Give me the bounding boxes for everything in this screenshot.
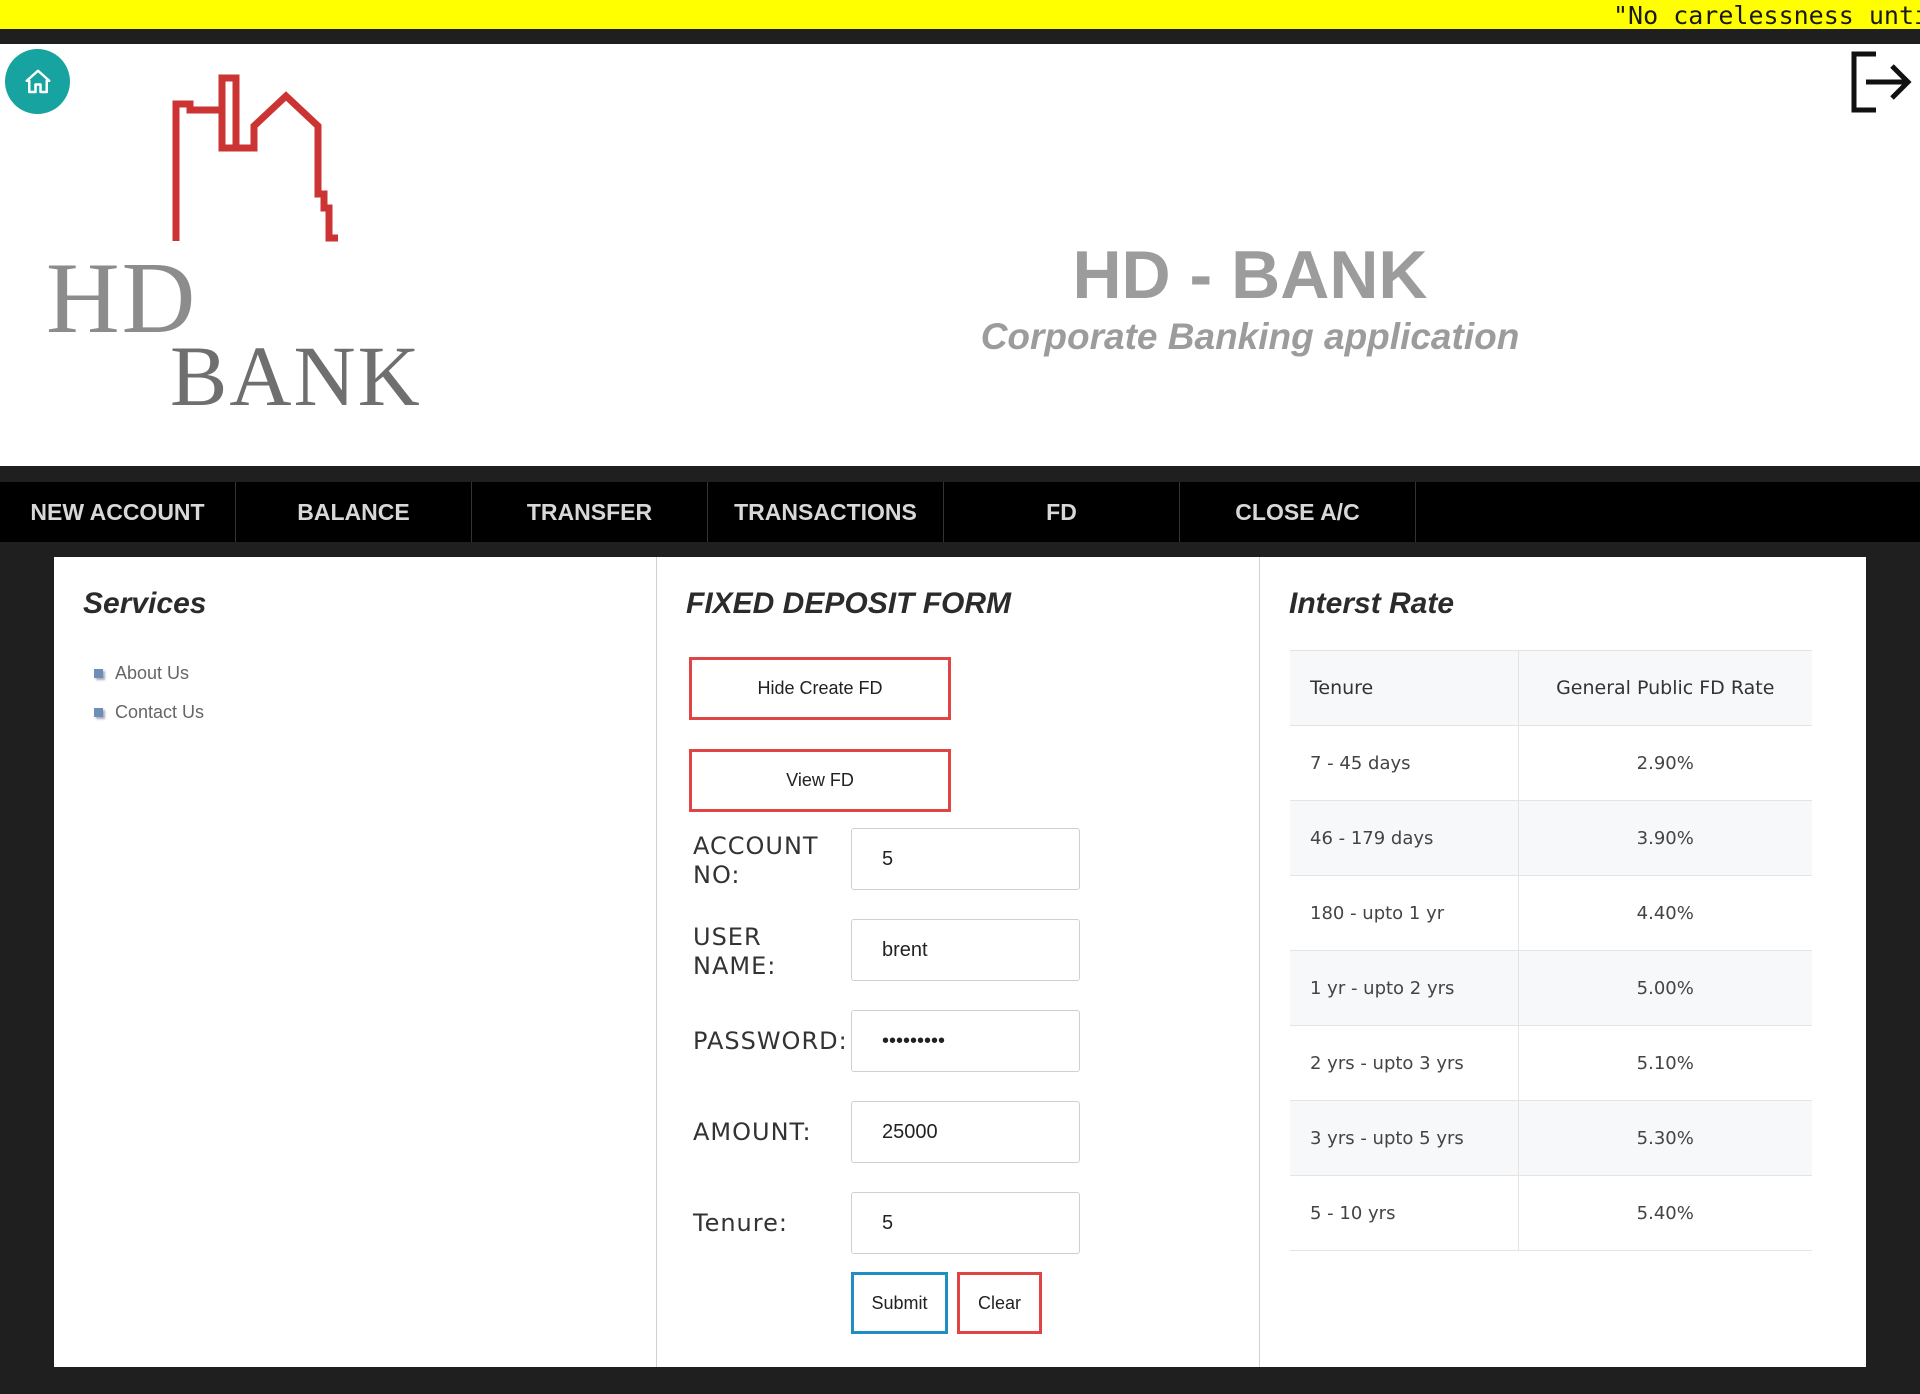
site-subtitle: Corporate Banking application <box>980 316 1520 357</box>
rate-cell: 5.40% <box>1518 1175 1812 1251</box>
user-name-input[interactable] <box>851 919 1080 981</box>
clear-button[interactable]: Clear <box>957 1272 1042 1334</box>
service-link-label: Contact Us <box>115 702 205 722</box>
table-row: 1 yr - upto 2 yrs 5.00% <box>1290 950 1812 1026</box>
tenure-cell: 5 - 10 yrs <box>1290 1175 1519 1251</box>
password-row: PASSWORD: <box>693 1010 1123 1072</box>
nav-fd[interactable]: FD <box>944 482 1180 542</box>
rate-cell: 4.40% <box>1518 875 1812 951</box>
fd-form-column: FIXED DEPOSIT FORM Hide Create FD View F… <box>657 557 1260 1367</box>
hide-create-fd-button[interactable]: Hide Create FD <box>689 657 951 720</box>
account-no-row: ACCOUNT NO: <box>693 828 1123 890</box>
nav-balance[interactable]: BALANCE <box>236 482 472 542</box>
tenure-cell: 2 yrs - upto 3 yrs <box>1290 1025 1519 1101</box>
account-no-input[interactable] <box>851 828 1080 890</box>
tenure-cell: 180 - upto 1 yr <box>1290 875 1519 951</box>
bullet-icon <box>94 708 103 717</box>
tenure-cell: 7 - 45 days <box>1290 725 1519 801</box>
services-heading: Services <box>83 587 207 620</box>
table-row: 2 yrs - upto 3 yrs 5.10% <box>1290 1025 1812 1101</box>
nav-transactions[interactable]: TRANSACTIONS <box>708 482 944 542</box>
tenure-cell: 1 yr - upto 2 yrs <box>1290 950 1519 1026</box>
nav-close-account[interactable]: CLOSE A/C <box>1180 482 1416 542</box>
main-nav: NEW ACCOUNT BALANCE TRANSFER TRANSACTION… <box>0 482 1920 542</box>
service-link-label: About Us <box>115 663 190 683</box>
service-link-about-us[interactable]: About Us <box>94 654 204 693</box>
services-column: Services About Us Contact Us <box>54 557 657 1367</box>
tenure-cell: 46 - 179 days <box>1290 800 1519 876</box>
account-no-label: ACCOUNT NO: <box>693 832 819 889</box>
rate-cell: 2.90% <box>1518 725 1812 801</box>
table-header-row: Tenure General Public FD Rate <box>1290 650 1812 726</box>
amount-row: AMOUNT: <box>693 1101 1123 1163</box>
content-panel: Services About Us Contact Us FIXED DEPOS… <box>54 557 1866 1367</box>
password-label: PASSWORD: <box>693 1027 848 1055</box>
nav-new-account[interactable]: NEW ACCOUNT <box>0 482 236 542</box>
column-header-tenure: Tenure <box>1290 650 1519 726</box>
view-fd-button[interactable]: View FD <box>689 749 951 812</box>
marquee-bar: "No carelessness until the <box>0 0 1920 29</box>
table-row: 180 - upto 1 yr 4.40% <box>1290 875 1812 951</box>
rate-cell: 5.10% <box>1518 1025 1812 1101</box>
logout-icon <box>1851 51 1912 113</box>
amount-input[interactable] <box>851 1101 1080 1163</box>
user-name-row: USER NAME: <box>693 919 1123 981</box>
fd-form-heading: FIXED DEPOSIT FORM <box>686 587 1012 620</box>
logo-bank-text: BANK <box>170 328 422 424</box>
user-name-label: USER NAME: <box>693 923 777 980</box>
bank-logo: HD BANK <box>40 48 420 419</box>
table-row: 3 yrs - upto 5 yrs 5.30% <box>1290 1100 1812 1176</box>
submit-button[interactable]: Submit <box>851 1272 948 1334</box>
services-list: About Us Contact Us <box>94 654 204 732</box>
logout-button[interactable] <box>1848 48 1914 116</box>
marquee-text: "No carelessness until the <box>1613 1 1920 29</box>
tenure-input[interactable] <box>851 1192 1080 1254</box>
city-skyline-logo <box>172 74 338 242</box>
interest-rate-heading: Interst Rate <box>1289 587 1455 620</box>
column-header-rate: General Public FD Rate <box>1518 650 1812 726</box>
nav-transfer[interactable]: TRANSFER <box>472 482 708 542</box>
rate-cell: 5.30% <box>1518 1100 1812 1176</box>
table-row: 5 - 10 yrs 5.40% <box>1290 1175 1812 1251</box>
header-divider <box>0 29 1920 44</box>
rate-cell: 3.90% <box>1518 800 1812 876</box>
interest-rate-column: Interst Rate Tenure General Public FD Ra… <box>1260 557 1866 1367</box>
tenure-row: Tenure: <box>693 1192 1123 1254</box>
tenure-cell: 3 yrs - upto 5 yrs <box>1290 1100 1519 1176</box>
password-input[interactable] <box>851 1010 1080 1072</box>
rate-cell: 5.00% <box>1518 950 1812 1026</box>
bullet-icon <box>94 669 103 678</box>
interest-rate-table: Tenure General Public FD Rate 7 - 45 day… <box>1290 650 1812 1251</box>
amount-label: AMOUNT: <box>693 1118 812 1146</box>
tenure-label: Tenure: <box>693 1209 788 1237</box>
service-link-contact-us[interactable]: Contact Us <box>94 693 204 732</box>
site-title: HD - BANK <box>1072 237 1428 313</box>
table-row: 46 - 179 days 3.90% <box>1290 800 1812 876</box>
table-row: 7 - 45 days 2.90% <box>1290 725 1812 801</box>
